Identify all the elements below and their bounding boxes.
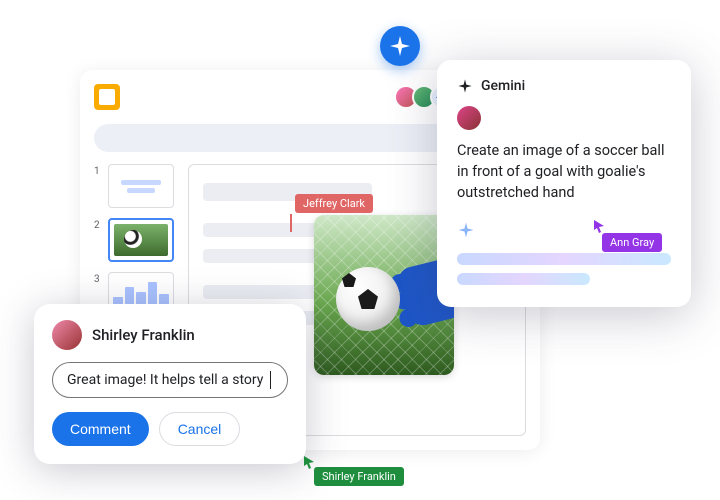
thumbnail[interactable]: 2 [94,218,174,262]
sparkle-icon [388,34,412,58]
gemini-header: Gemini [457,78,671,94]
gemini-panel: Gemini Create an image of a soccer ball … [437,60,691,307]
cursor-caret [290,214,292,232]
thumb-number: 2 [94,218,104,262]
thumb-number: 1 [94,164,104,208]
loading-bar [457,273,590,285]
comment-input[interactable]: Great image! It helps tell a story [52,362,288,398]
avatar [52,320,82,350]
sparkle-icon [457,221,475,239]
comment-popup: Shirley Franklin Great image! It helps t… [34,304,306,464]
avatar [457,106,481,130]
comment-cancel-button[interactable]: Cancel [159,412,241,446]
gemini-title: Gemini [481,78,525,94]
comment-author: Shirley Franklin [92,326,195,344]
thumbnail[interactable]: 1 [94,164,174,208]
comment-submit-button[interactable]: Comment [52,412,149,446]
sparkle-icon [457,78,473,94]
gemini-badge [380,26,420,66]
loading-bars [457,253,671,285]
thumb-image-icon [114,224,168,256]
gemini-prompt-text: Create an image of a soccer ball in fron… [457,140,671,203]
slides-logo-icon [94,84,120,110]
soccer-ball-icon [336,267,400,331]
cursor-label-jeffrey: Jeffrey Clark [295,194,373,213]
cursor-label-shirley: Shirley Franklin [314,467,404,486]
loading-bar [457,253,671,265]
generated-image[interactable] [314,215,454,375]
cursor-label-ann: Ann Gray [602,233,662,252]
